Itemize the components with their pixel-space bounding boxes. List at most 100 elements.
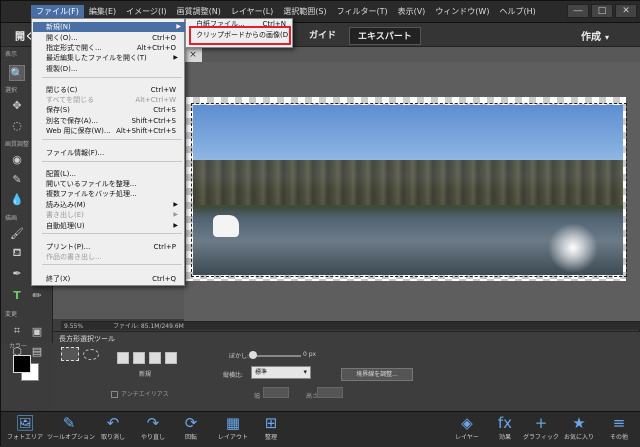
subtract-selection-icon[interactable]	[149, 352, 161, 364]
bottom-bar-label: その他	[609, 434, 628, 441]
menu-separator	[42, 77, 182, 78]
undo-button[interactable]: ↶ 取り消し	[91, 413, 135, 447]
file-menu-item[interactable]: 最近編集したファイルを開く(T) ▶	[46, 53, 182, 63]
menu-10[interactable]: ヘルプ(H)	[494, 5, 540, 19]
more-button[interactable]: ≡ その他	[597, 413, 640, 447]
menu-item-label: 配置(L)...	[46, 170, 77, 178]
selection-mode-label: 新規	[139, 371, 152, 378]
section-enhance: 画質調整	[5, 141, 30, 148]
blur-tool-icon[interactable]: 💧	[9, 191, 25, 207]
rotate-button[interactable]: ⟳ 回転	[169, 413, 213, 447]
menu-9[interactable]: ウィンドウ(W)	[430, 5, 494, 19]
document-tab-close-icon[interactable]: ×	[184, 48, 202, 62]
menu-item-label: 閉じる(C)	[46, 86, 78, 94]
paint-bucket-tool-icon[interactable]: ⛾	[9, 245, 25, 261]
file-menu-item[interactable]: 終了(X) Ctrl+Q	[46, 274, 182, 284]
rect-marquee-option-icon[interactable]	[61, 347, 79, 361]
undo-icon: ↶	[106, 414, 120, 432]
menu-item-label: 最近編集したファイルを開く(T)	[46, 54, 147, 62]
close-icon[interactable]: ✕	[615, 4, 637, 18]
file-menu-item[interactable]: 自動処理(U) ▶	[46, 221, 182, 231]
pencil-tool-icon[interactable]: ✏	[29, 287, 45, 303]
file-menu-item[interactable]: 読み込み(M) ▶	[46, 200, 182, 210]
lasso-tool-icon[interactable]: ◌	[9, 117, 25, 133]
menu-item-label: ファイル情報(F)...	[46, 149, 105, 157]
file-menu-item[interactable]: Web 用に保存(W)... Alt+Shift+Ctrl+S	[46, 126, 182, 136]
feather-label: ぼかし:	[229, 353, 250, 360]
move-tool-icon[interactable]: ✥	[9, 97, 25, 113]
file-menu-item[interactable]: ファイル情報(F)...	[46, 148, 182, 158]
menu-item-label: 別名で保存(A)...	[46, 117, 98, 125]
width-field[interactable]	[263, 387, 289, 398]
menu-item-label: 自動処理(U)	[46, 222, 85, 230]
crop-tool-icon[interactable]: ⌗	[9, 323, 25, 339]
ellipse-marquee-option-icon[interactable]	[83, 349, 99, 360]
submenu-arrow-icon: ▶	[173, 201, 178, 208]
menu-item-label: 書き出し(E)	[46, 211, 84, 219]
photo-bin-button[interactable]: 🖼 フォトエリア	[3, 413, 47, 447]
zoom-tool-icon[interactable]: 🔍	[9, 65, 25, 81]
file-menu-item[interactable]: 配置(L)...	[46, 169, 182, 179]
menu-3[interactable]: イメージ(I)	[121, 5, 171, 19]
menu-1[interactable]: ファイル(F)	[31, 5, 84, 19]
tab-guide[interactable]: ガイド	[301, 27, 344, 45]
content-move-tool-icon[interactable]: ▤	[29, 343, 45, 359]
menu-4[interactable]: 画質調整(N)	[172, 5, 226, 19]
menu-item-label: 開く(O)...	[46, 34, 78, 42]
file-menu-item[interactable]: 開いているファイルを整理...	[46, 179, 182, 189]
create-button[interactable]: 作成	[581, 28, 609, 43]
feather-slider-knob[interactable]	[249, 351, 257, 359]
paint-brush-tool-icon[interactable]: 🖌	[9, 225, 25, 241]
organizer-button[interactable]: ⊞ 整理	[249, 413, 293, 447]
tool-options-button[interactable]: ✎ ツールオプション	[47, 413, 95, 447]
menu-6[interactable]: 選択範囲(S)	[278, 5, 331, 19]
file-menu-item[interactable]: プリント(P)... Ctrl+P	[46, 242, 182, 252]
file-menu-item[interactable]: 書き出し(E) ▶	[46, 210, 182, 220]
file-menu-item[interactable]: 保存(S) Ctrl+S	[46, 105, 182, 115]
type-tool-icon[interactable]: T	[9, 287, 25, 303]
file-menu-item[interactable]: 別名で保存(A)... Shift+Ctrl+S	[46, 116, 182, 126]
section-color: カラー	[9, 343, 28, 350]
file-menu-item[interactable]: 複数ファイルをバッチ処理...	[46, 189, 182, 199]
antialias-checkbox[interactable]: アンチエイリアス	[111, 389, 169, 398]
tool-options-title: 長方形選択ツール	[59, 335, 115, 343]
file-menu-item[interactable]: 指定形式で開く... Alt+Ctrl+O	[46, 43, 182, 53]
menu-bar: ファイル(F) 編集(E) イメージ(I) 画質調整(N) レイヤー(L) 選択範囲(S)…	[31, 5, 541, 19]
file-menu-item[interactable]: 複製(D)...	[46, 64, 182, 74]
organizer-icon: ⊞	[264, 414, 278, 432]
menu-8[interactable]: 表示(V)	[393, 5, 431, 19]
file-menu-item[interactable]: 開く(O)... Ctrl+O	[46, 33, 182, 43]
file-menu-item[interactable]: 新規(N) ▶	[33, 22, 185, 32]
menu-item-shortcut: Shift+Ctrl+S	[131, 117, 176, 125]
add-selection-icon[interactable]	[133, 352, 145, 364]
feather-slider[interactable]	[251, 355, 301, 357]
file-menu-item[interactable]: 作品の書き出し...	[46, 252, 182, 262]
menu-2[interactable]: 編集(E)	[84, 5, 121, 19]
eyedropper-tool-icon[interactable]: ✒	[9, 265, 25, 281]
menu-item-label: 開いているファイルを整理...	[46, 180, 137, 188]
menu-5[interactable]: レイヤー(L)	[226, 5, 278, 19]
tab-expert[interactable]: エキスパート	[349, 27, 421, 45]
menu-item-shortcut: Ctrl+S	[153, 106, 176, 114]
submenu-arrow-icon: ▶	[173, 222, 178, 229]
menu-separator	[42, 139, 182, 140]
recompose-tool-icon[interactable]: ▣	[29, 323, 45, 339]
new-selection-icon[interactable]	[117, 352, 129, 364]
intersect-selection-icon[interactable]	[165, 352, 177, 364]
height-field[interactable]	[317, 387, 343, 398]
menu-7[interactable]: フィルター(T)	[332, 5, 393, 19]
refine-edge-button[interactable]: 境界線を調整...	[341, 368, 413, 381]
brush-tool-icon[interactable]: ✎	[9, 171, 25, 187]
zoom-level[interactable]: 9.55%	[64, 322, 83, 331]
menu-item-shortcut: Ctrl+Q	[152, 275, 176, 283]
red-eye-tool-icon[interactable]: ◉	[9, 151, 25, 167]
checkbox-box[interactable]	[111, 391, 118, 398]
maximize-icon[interactable]: □	[591, 4, 613, 18]
file-menu-item[interactable]: すべてを閉じる Alt+Ctrl+W	[46, 95, 182, 105]
favorites-button[interactable]: ★ お気に入り	[557, 413, 601, 447]
marquee-selection[interactable]	[191, 103, 627, 277]
file-menu-item[interactable]: 閉じる(C) Ctrl+W	[46, 85, 182, 95]
foreground-color-swatch[interactable]	[13, 355, 31, 373]
minimize-icon[interactable]: ―	[567, 4, 589, 18]
aspect-select[interactable]: 標準	[251, 366, 311, 379]
